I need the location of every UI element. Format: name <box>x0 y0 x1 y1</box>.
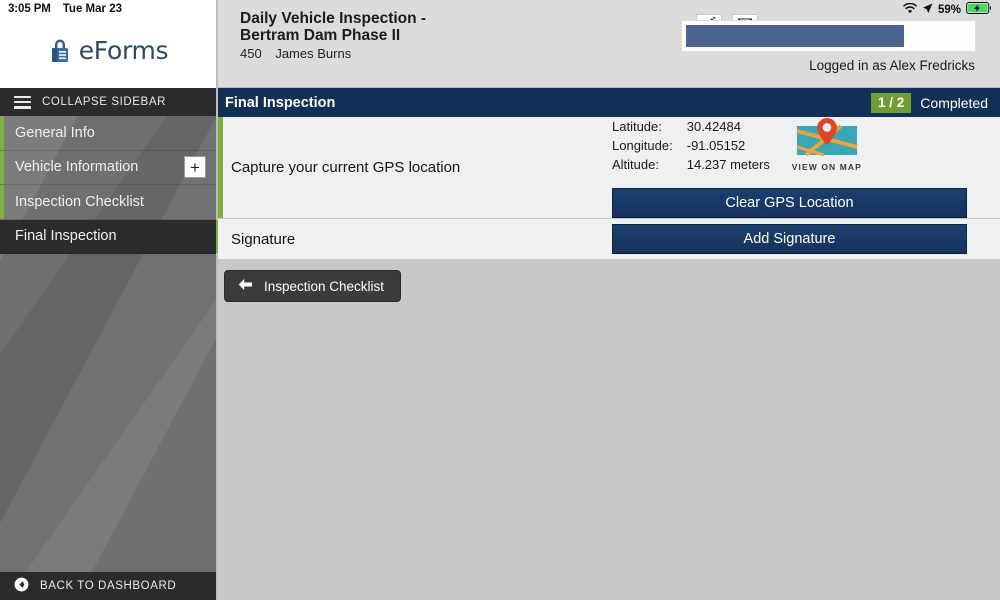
sidebar-item-final-inspection[interactable]: Final Inspection <box>0 219 220 254</box>
location-arrow-icon <box>922 3 933 17</box>
sidebar-item-label: Inspection Checklist <box>15 193 144 210</box>
view-on-map-button[interactable]: VIEW ON MAP <box>788 117 866 172</box>
previous-section-label: Inspection Checklist <box>264 278 385 294</box>
collapse-sidebar-label: COLLAPSE SIDEBAR <box>42 96 167 108</box>
signature-row-body: Add Signature <box>612 224 1000 254</box>
sidebar-item-general-info[interactable]: General Info <box>0 116 216 151</box>
hamburger-icon <box>14 95 31 109</box>
section-header: Final Inspection 1 / 2 Completed <box>218 88 1000 117</box>
system-status-bar-left: 3:05 PM Tue Mar 23 <box>0 0 216 18</box>
view-on-map-label: VIEW ON MAP <box>791 162 862 172</box>
banner-artwork <box>686 25 904 47</box>
app-window: 3:05 PM Tue Mar 23 eForms COLLAPSE SIDEB… <box>0 0 1000 600</box>
altitude-value: 14.237 meters <box>686 157 770 172</box>
back-circle-icon <box>14 577 29 595</box>
padlock-icon <box>48 37 72 64</box>
previous-section-button[interactable]: Inspection Checklist <box>224 270 402 302</box>
footer-actions: Inspection Checklist <box>218 260 1000 302</box>
page-title: Daily Vehicle Inspection - Bertram Dam P… <box>240 10 427 44</box>
gps-values-table: Latitude: 30.42484 Longitude: -91.05152 … <box>612 117 770 174</box>
map-pin-icon <box>794 117 860 159</box>
collapse-sidebar-button[interactable]: COLLAPSE SIDEBAR <box>0 88 216 116</box>
section-progress: 1 / 2 Completed <box>871 92 988 113</box>
completed-label: Completed <box>920 94 988 111</box>
table-row: Altitude: 14.237 meters <box>612 155 770 174</box>
sidebar-item-label: Final Inspection <box>15 228 117 245</box>
document-subtitle: 450 James Burns <box>240 46 470 61</box>
latitude-value: 30.42484 <box>686 119 741 134</box>
wifi-icon <box>902 2 917 17</box>
status-date: Tue Mar 23 <box>62 3 122 15</box>
back-to-dashboard-button[interactable]: BACK TO DASHBOARD <box>0 572 216 600</box>
longitude-value: -91.05152 <box>686 138 746 153</box>
table-row: Longitude: -91.05152 <box>612 136 770 155</box>
brand-logo: eForms <box>0 18 216 88</box>
latitude-key: Latitude: <box>612 119 662 134</box>
section-title: Final Inspection <box>225 94 336 111</box>
sidebar: 3:05 PM Tue Mar 23 eForms COLLAPSE SIDEB… <box>0 0 220 600</box>
signature-row-label: Signature <box>231 230 296 248</box>
gps-row: Capture your current GPS location Latitu… <box>218 117 1000 219</box>
document-owner: James Burns <box>275 46 352 61</box>
logged-in-label: Logged in as Alex Fredricks <box>809 58 975 73</box>
sidebar-item-label: General Info <box>15 124 95 141</box>
sidebar-item-vehicle-information[interactable]: Vehicle Information + <box>0 150 216 185</box>
battery-charging-icon <box>966 2 992 17</box>
company-banner <box>681 20 976 52</box>
altitude-key: Altitude: <box>612 157 659 172</box>
sidebar-item-label: Vehicle Information <box>15 159 139 176</box>
brand-name: eForms <box>78 35 169 65</box>
add-signature-button[interactable]: Add Signature <box>612 224 967 254</box>
clear-gps-location-button[interactable]: Clear GPS Location <box>612 188 967 218</box>
longitude-key: Longitude: <box>612 138 673 153</box>
document-number: 450 <box>240 46 262 61</box>
add-vehicle-button[interactable]: + <box>184 156 206 179</box>
sidebar-logo-area: 3:05 PM Tue Mar 23 eForms <box>0 0 216 88</box>
arrow-left-icon <box>238 278 253 294</box>
top-header: 59% Daily Vehicle Inspection - Bertram D… <box>218 0 1000 88</box>
status-time: 3:05 PM <box>8 3 51 15</box>
battery-percent-label: 59% <box>937 3 961 16</box>
signature-row: Signature Add Signature <box>218 219 1000 260</box>
main-area: 59% Daily Vehicle Inspection - Bertram D… <box>218 0 1000 600</box>
system-status-bar-right: 59% <box>902 2 992 17</box>
sidebar-item-inspection-checklist[interactable]: Inspection Checklist <box>0 185 216 220</box>
table-row: Latitude: 30.42484 <box>612 117 770 136</box>
back-to-dashboard-label: BACK TO DASHBOARD <box>40 580 177 592</box>
gps-row-label: Capture your current GPS location <box>231 159 461 176</box>
gps-row-body: Latitude: 30.42484 Longitude: -91.05152 … <box>612 117 1000 218</box>
progress-badge: 1 / 2 <box>871 92 912 113</box>
document-title-block: Daily Vehicle Inspection - Bertram Dam P… <box>240 10 470 61</box>
